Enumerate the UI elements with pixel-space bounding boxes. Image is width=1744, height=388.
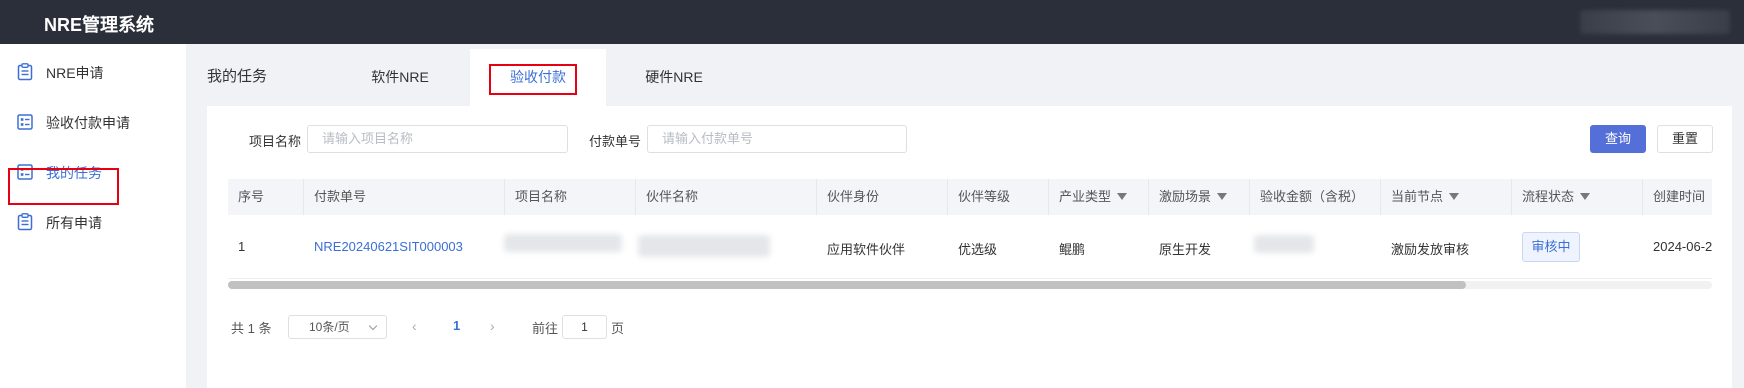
column-divider (504, 179, 505, 215)
cell-amount-redacted (1254, 235, 1314, 253)
prev-page-icon[interactable]: ‹ (412, 318, 417, 334)
column-header-label: 当前节点 (1391, 189, 1444, 204)
column-divider (635, 179, 636, 215)
filter-icon[interactable] (1449, 193, 1460, 201)
project-name-label: 项目名称 (249, 134, 302, 149)
column-header-label: 激励场景 (1159, 189, 1212, 204)
row-divider (228, 278, 1712, 279)
page-suffix-label: 页 (611, 321, 625, 336)
cell-industry-type: 鲲鹏 (1059, 242, 1086, 257)
chevron-down-icon (368, 321, 378, 331)
column-header: 验收金额（含税） (1260, 189, 1365, 204)
column-divider (1380, 179, 1381, 215)
pagination-total: 共 1 条 (231, 321, 272, 336)
sidebar-item-label: 所有申请 (46, 215, 102, 231)
clipboard-icon (17, 63, 33, 81)
column-divider (1511, 179, 1512, 215)
column-header-with-filter[interactable]: 激励场景 (1159, 179, 1228, 215)
goto-label: 前往 (532, 321, 559, 336)
cell-partner-identity: 应用软件伙伴 (827, 242, 906, 257)
status-badge: 审核中 (1522, 232, 1580, 262)
tab-software-nre[interactable]: 软件NRE (330, 49, 470, 106)
column-divider (947, 179, 948, 215)
column-divider (816, 179, 817, 215)
payment-no-input[interactable]: 请输入付款单号 (647, 125, 907, 153)
column-divider (303, 179, 304, 215)
column-header-label: 产业类型 (1059, 189, 1112, 204)
column-divider (1249, 179, 1250, 215)
goto-page-input[interactable]: 1 (562, 315, 607, 339)
cell-partner-level: 优选级 (958, 242, 998, 257)
cell-current-node: 激励发放审核 (1391, 242, 1470, 257)
search-button[interactable]: 查询 (1590, 125, 1646, 153)
filter-icon[interactable] (1580, 193, 1591, 201)
column-header: 伙伴身份 (827, 189, 880, 204)
column-header-with-filter[interactable]: 当前节点 (1391, 179, 1460, 215)
cell-partner-name-redacted (638, 235, 770, 257)
cell-project-name-redacted (504, 234, 622, 252)
page-number-current[interactable]: 1 (453, 318, 460, 333)
column-header: 序号 (238, 189, 265, 204)
column-header: 付款单号 (314, 189, 367, 204)
sidebar-item-label: NRE申请 (46, 65, 104, 81)
horizontal-scrollbar-thumb[interactable] (228, 281, 1466, 289)
filter-icon[interactable] (1217, 193, 1228, 201)
cell-index: 1 (238, 239, 246, 254)
sidebar-item-label: 验收付款申请 (46, 115, 130, 131)
cell-incentive-scene: 原生开发 (1159, 242, 1212, 257)
reset-button[interactable]: 重置 (1657, 125, 1713, 153)
payment-no-label: 付款单号 (589, 134, 642, 149)
sidebar-item-acceptance-payment[interactable]: 验收付款申请 (0, 94, 186, 150)
highlight-box-sidebar (8, 168, 119, 205)
sidebar: NRE申请 验收付款申请 我的任务 所有申请 (0, 44, 186, 388)
column-header-with-filter[interactable]: 流程状态 (1522, 179, 1591, 215)
column-header-label: 流程状态 (1522, 189, 1575, 204)
column-divider (1642, 179, 1643, 215)
column-header: 创建时间 (1653, 189, 1706, 204)
column-divider (1048, 179, 1049, 215)
next-page-icon[interactable]: › (490, 318, 495, 334)
column-header: 伙伴名称 (646, 189, 699, 204)
sidebar-item-nre-apply[interactable]: NRE申请 (0, 44, 186, 100)
page-size-value: 10条/页 (309, 320, 350, 334)
payment-no-link[interactable]: NRE20240621SIT000003 (314, 239, 463, 254)
cell-created-time: 2024-06-21 (1653, 239, 1712, 254)
highlight-box-tab (489, 64, 577, 95)
top-header: NRE管理系统 (0, 0, 1744, 44)
filter-icon[interactable] (1117, 193, 1128, 201)
column-header-with-filter[interactable]: 产业类型 (1059, 179, 1128, 215)
tab-hardware-nre[interactable]: 硬件NRE (606, 49, 742, 106)
page-size-select[interactable]: 10条/页 (288, 315, 387, 339)
list-check-icon (17, 114, 33, 130)
project-name-input[interactable]: 请输入项目名称 (307, 125, 568, 153)
column-header: 项目名称 (515, 189, 568, 204)
column-header: 伙伴等级 (958, 189, 1011, 204)
clipboard-icon (17, 213, 33, 231)
column-divider (1148, 179, 1149, 215)
page-title: 我的任务 (207, 68, 268, 85)
user-info-blurred[interactable] (1580, 10, 1730, 34)
app-title: NRE管理系统 (44, 15, 155, 35)
